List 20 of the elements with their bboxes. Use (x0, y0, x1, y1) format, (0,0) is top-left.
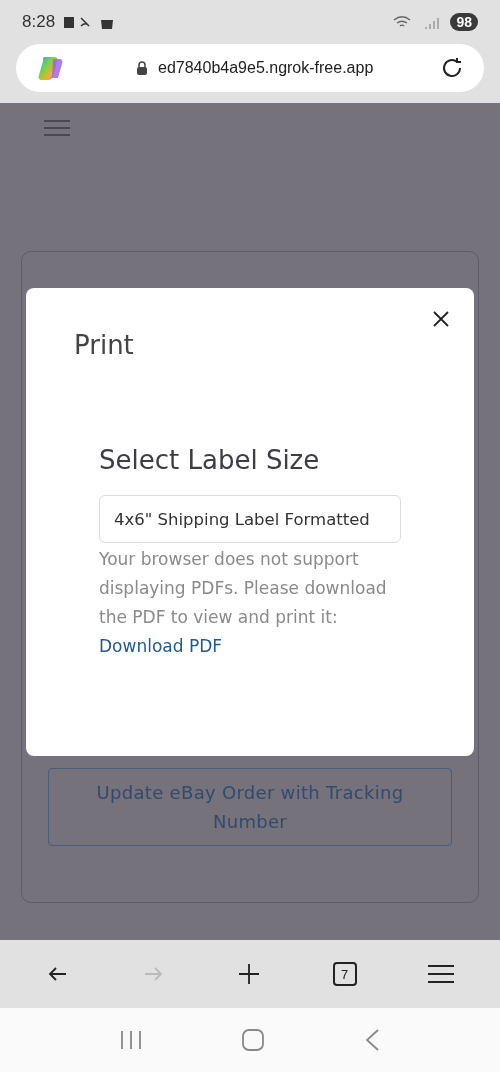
section-heading: Select Label Size (99, 445, 321, 475)
label-size-select[interactable]: 4x6" Shipping Label Formatted (99, 495, 401, 543)
plus-icon[interactable] (237, 962, 261, 986)
tab-count[interactable]: 7 (332, 962, 357, 986)
download-pdf-link[interactable]: Download PDF (99, 636, 223, 656)
menu-icon[interactable] (428, 964, 455, 984)
status-time: 8:28 (22, 12, 56, 32)
recent-apps-icon[interactable] (120, 1030, 142, 1050)
back-icon[interactable] (364, 1028, 380, 1052)
home-icon[interactable] (242, 1029, 264, 1051)
url-text[interactable]: ed7840b4a9e5.ngrok-free.app (158, 59, 430, 77)
close-button[interactable] (432, 310, 450, 328)
close-icon (432, 310, 450, 328)
pdf-message: Your browser does not support displaying PDFs. Please download the PDF to view and print it: (99, 548, 388, 629)
dialog-title: Print (74, 330, 135, 360)
address-bar[interactable]: ed7840b4a9e5.ngrok-free.app (16, 44, 484, 92)
battery-level: 98 (450, 13, 478, 31)
lock-icon (136, 61, 148, 75)
reload-icon[interactable] (440, 56, 464, 80)
notification-icons (63, 14, 116, 30)
